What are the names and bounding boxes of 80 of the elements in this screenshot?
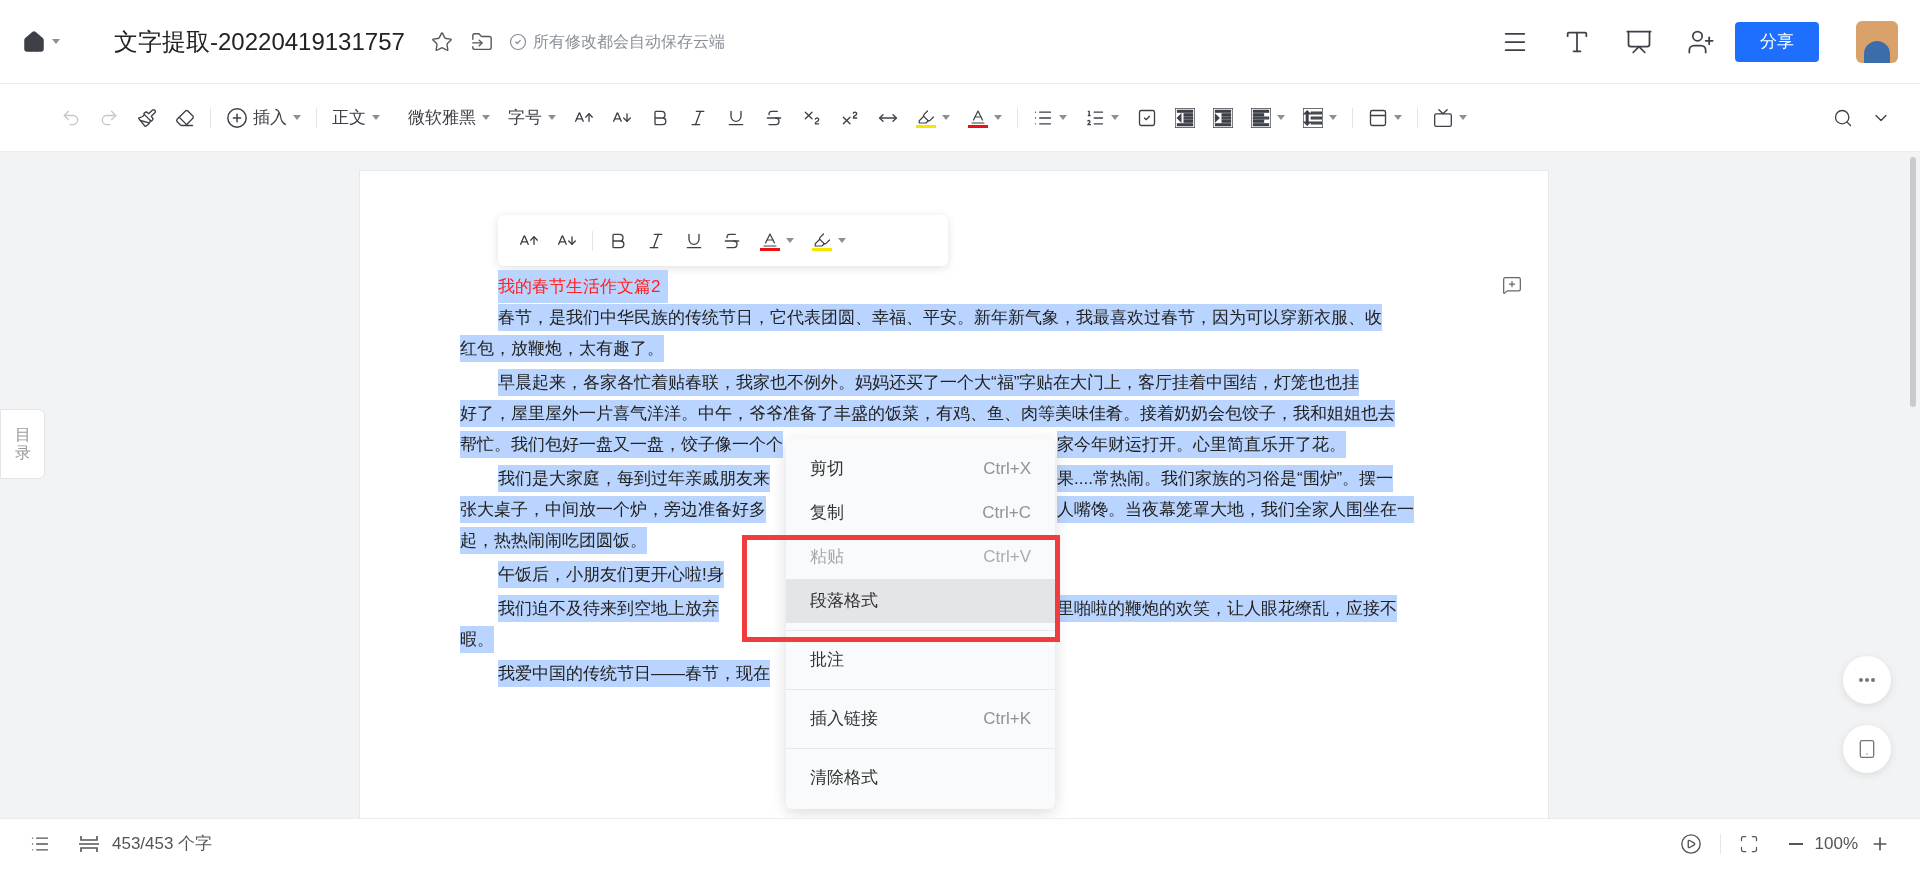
share-button[interactable]: 分享 bbox=[1735, 21, 1819, 62]
home-icon bbox=[22, 29, 46, 54]
panel-icon bbox=[1368, 107, 1388, 128]
indent-icon bbox=[1213, 107, 1233, 128]
style-dropdown[interactable]: 正文 bbox=[323, 99, 389, 136]
folder-icon bbox=[470, 30, 493, 53]
save-status: 所有修改都会自动保存云端 bbox=[532, 31, 725, 52]
eraser-icon bbox=[175, 107, 195, 128]
caret-icon bbox=[548, 115, 556, 120]
align-left-icon bbox=[1251, 107, 1271, 128]
document-text: 我们迫不及待来到空地上放弃 bbox=[498, 594, 719, 622]
document-text: 起，热热闹闹吃团圆饭。 bbox=[460, 526, 647, 554]
plus-circle-icon bbox=[226, 106, 248, 129]
star-button[interactable] bbox=[430, 30, 453, 53]
font-dropdown[interactable]: 微软雅黑 bbox=[389, 99, 499, 136]
caret-icon bbox=[482, 115, 490, 120]
page-break-icon bbox=[78, 835, 100, 853]
word-count: 453/453 个字 bbox=[112, 833, 213, 856]
search-icon bbox=[1833, 107, 1853, 128]
caret-icon bbox=[1059, 115, 1067, 120]
caret-icon bbox=[942, 115, 950, 120]
caret-icon bbox=[786, 238, 794, 243]
scrollbar[interactable] bbox=[1910, 157, 1916, 407]
more-icon bbox=[1859, 678, 1875, 682]
avatar[interactable] bbox=[1856, 20, 1898, 63]
caret-icon bbox=[1111, 115, 1119, 120]
document-text: 午饭后，小朋友们更开心啦!身 bbox=[498, 560, 724, 588]
page-break-button[interactable] bbox=[78, 835, 100, 853]
comment-plus-icon bbox=[1502, 275, 1522, 295]
menu-item[interactable]: 剪切 Ctrl+X bbox=[786, 447, 1055, 491]
document-text: 好了，屋里屋外一片喜气洋洋。中午，爷爷准备了丰盛的饭菜，有鸡、鱼、肉等美味佳肴。接着奶奶会包饺子，我和姐姐也去 bbox=[460, 399, 1395, 427]
caret-icon bbox=[1277, 115, 1285, 120]
saved-icon bbox=[508, 32, 527, 51]
zoom-level: 100% bbox=[1814, 833, 1858, 856]
caret-icon bbox=[293, 115, 301, 120]
fullscreen-icon bbox=[1738, 834, 1759, 854]
fullscreen-button[interactable] bbox=[1738, 834, 1759, 854]
document-text: 张大桌子，中间放一个炉，旁边准备好多 bbox=[460, 495, 766, 523]
caret-icon bbox=[52, 39, 60, 44]
menu-item[interactable]: 清除格式 bbox=[786, 756, 1055, 800]
line-spacing-icon bbox=[1303, 107, 1323, 128]
document-heading: 我的春节生活作文篇2 bbox=[498, 269, 669, 304]
caret-icon bbox=[1329, 115, 1337, 120]
tv-icon bbox=[1433, 107, 1453, 128]
size-dropdown[interactable]: 字号 bbox=[499, 99, 565, 136]
document-text: 人嘴馋。当夜幕笼罩大地，我们全家人围坐在一 bbox=[1057, 495, 1414, 523]
play-button[interactable] bbox=[1679, 833, 1702, 855]
paintbrush-icon bbox=[137, 107, 157, 128]
caret-icon bbox=[994, 115, 1002, 120]
menu-item[interactable]: 段落格式 bbox=[786, 579, 1055, 623]
star-icon bbox=[430, 30, 453, 53]
minus-icon bbox=[1788, 843, 1803, 845]
mobile-view-button[interactable] bbox=[1843, 725, 1891, 773]
caret-icon bbox=[838, 238, 846, 243]
insert-button[interactable]: 插入 bbox=[217, 99, 310, 136]
add-comment-button[interactable] bbox=[1502, 275, 1522, 295]
document-text: 我爱中国的传统节日——春节，现在 bbox=[498, 659, 770, 687]
document-text: 帮忙。我们包好一盘又一盘，饺子像一个个 bbox=[460, 430, 783, 458]
document-text: 暇。 bbox=[460, 625, 494, 653]
menu-item[interactable]: 插入链接 Ctrl+K bbox=[786, 697, 1055, 741]
document-text: 早晨起来，各家各忙着贴春联，我家也不例外。妈妈还买了一个大“福”字贴在大门上，客厅挂着中国结，灯笼也也挂 bbox=[498, 368, 1360, 396]
menu-item[interactable]: 复制 Ctrl+C bbox=[786, 491, 1055, 535]
caret-icon bbox=[372, 115, 380, 120]
highlighter-icon bbox=[812, 230, 832, 251]
document-text: 红包，放鞭炮，太有趣了。 bbox=[460, 334, 664, 362]
highlighter-icon bbox=[916, 107, 936, 128]
caret-icon bbox=[1394, 115, 1402, 120]
caret-icon bbox=[1459, 115, 1467, 120]
outdent-icon bbox=[1175, 107, 1195, 128]
document-text: 家今年财运打开。心里简直乐开了花。 bbox=[1057, 430, 1346, 458]
play-icon bbox=[1679, 833, 1702, 855]
document-text: 果....常热闹。我们家族的习俗是“围炉”。摆一 bbox=[1057, 464, 1394, 492]
tablet-icon bbox=[1857, 739, 1877, 759]
document-text: 我们是大家庭，每到过年亲戚朋友来 bbox=[498, 464, 770, 492]
home-button[interactable] bbox=[22, 29, 60, 54]
checkbox-icon bbox=[1137, 107, 1157, 128]
document-text: 春节，是我们中华民族的传统节日，它代表团圆、幸福、平安。新年新气象，我最喜欢过春节，因为可以穿新衣服、收 bbox=[498, 303, 1382, 331]
menu-item[interactable]: 批注 bbox=[786, 638, 1055, 682]
document-title: 文字提取-20220419131757 bbox=[114, 26, 405, 57]
move-button[interactable] bbox=[470, 30, 493, 53]
